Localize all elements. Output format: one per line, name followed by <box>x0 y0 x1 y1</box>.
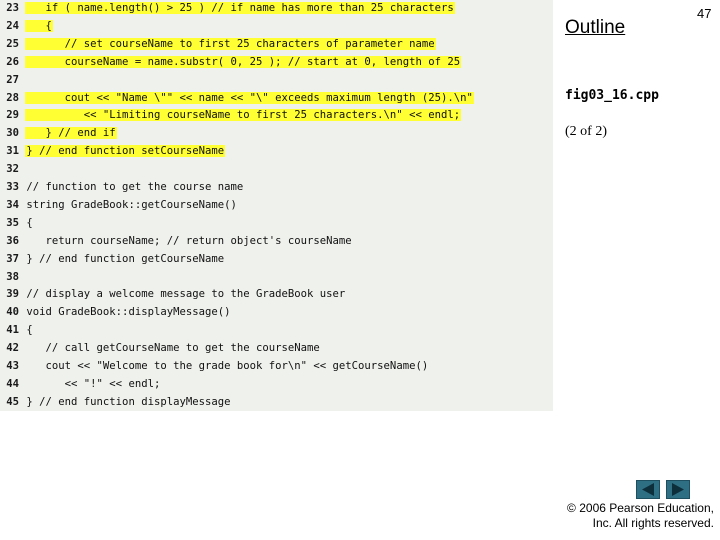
line-number: 42 <box>6 342 19 355</box>
line-number: 29 <box>6 109 19 122</box>
line-number: 39 <box>6 288 19 301</box>
code-line: 37 } // end function getCourseName <box>0 251 553 269</box>
code-line: 42 // call getCourseName to get the cour… <box>0 340 553 358</box>
line-number: 37 <box>6 252 19 265</box>
code-text: << "Limiting courseName to first 25 char… <box>25 109 462 122</box>
figure-file-name: fig03_16.cpp <box>565 88 659 103</box>
code-line: 41 { <box>0 322 553 340</box>
code-line: 30 } // end if <box>0 125 553 143</box>
code-text: if ( name.length() > 25 ) // if name has… <box>25 2 455 14</box>
code-text: cout << "Welcome to the grade book for\n… <box>26 360 429 372</box>
code-line: 44 << "!" << endl; <box>0 376 553 394</box>
code-text: { <box>26 324 33 337</box>
line-number: 25 <box>6 37 19 50</box>
code-line: 28 cout << "Name \"" << name << "\" exce… <box>0 90 553 108</box>
line-number: 26 <box>6 55 19 68</box>
code-text: return courseName; // return object's co… <box>26 234 352 247</box>
code-line: 27 <box>0 72 553 90</box>
line-number: 36 <box>6 234 19 247</box>
code-line: 25 // set courseName to first 25 charact… <box>0 36 553 54</box>
code-line: 34 string GradeBook::getCourseName() <box>0 197 553 215</box>
code-text: // call getCourseName to get the courseN… <box>26 342 320 355</box>
code-line: 26 courseName = name.substr( 0, 25 ); //… <box>0 54 553 72</box>
copyright-line-1: © 2006 Pearson Education, <box>567 501 714 515</box>
line-number: 40 <box>6 306 19 319</box>
line-number: 43 <box>6 360 19 372</box>
line-number: 44 <box>6 377 19 390</box>
code-line: 32 <box>0 161 553 179</box>
line-number: 30 <box>6 127 19 140</box>
code-text: // function to get the course name <box>26 181 244 193</box>
part-indicator: (2 of 2) <box>565 124 607 139</box>
code-line: 35 { <box>0 215 553 233</box>
code-text: { <box>25 19 53 32</box>
code-line: 40 void GradeBook::displayMessage() <box>0 304 553 322</box>
code-line: 31 } // end function setCourseName <box>0 143 553 161</box>
copyright-line-2: Inc. All rights reserved. <box>592 516 714 530</box>
line-number: 32 <box>6 163 19 176</box>
previous-slide-button[interactable] <box>636 480 660 499</box>
page-number: 47 <box>697 6 712 21</box>
code-text: << "!" << endl; <box>26 377 161 390</box>
line-number: 38 <box>6 270 19 283</box>
code-text: { <box>26 216 33 229</box>
next-slide-button[interactable] <box>666 480 690 499</box>
code-text: string GradeBook::getCourseName() <box>26 198 237 211</box>
line-number: 45 <box>6 395 19 408</box>
code-text: cout << "Name \"" << name << "\" exceeds… <box>25 91 474 104</box>
code-text: } // end function displayMessage <box>26 395 231 408</box>
code-line: 33 // function to get the course name <box>0 179 553 197</box>
code-line: 29 << "Limiting courseName to first 25 c… <box>0 107 553 125</box>
code-line: 45 } // end function displayMessage <box>0 394 553 412</box>
copyright-notice: © 2006 Pearson Education, Inc. All right… <box>567 501 714 531</box>
line-number: 31 <box>6 145 19 158</box>
line-number: 28 <box>6 91 19 104</box>
triangle-right-icon <box>672 483 684 496</box>
code-text: // display a welcome message to the Grad… <box>26 288 346 301</box>
code-text: } // end if <box>25 127 117 140</box>
code-line: 36 return courseName; // return object's… <box>0 233 553 251</box>
line-number: 35 <box>6 216 19 229</box>
code-listing: 23 if ( name.length() > 25 ) // if name … <box>0 0 553 411</box>
code-line: 24 { <box>0 18 553 36</box>
code-text: } // end function getCourseName <box>26 252 225 265</box>
line-number: 27 <box>6 73 19 86</box>
code-text: // set courseName to first 25 characters… <box>25 37 436 50</box>
line-number: 24 <box>6 19 19 32</box>
code-line: 38 <box>0 269 553 287</box>
line-number: 23 <box>6 2 19 14</box>
outline-title: Outline <box>565 17 626 38</box>
line-number: 41 <box>6 324 19 337</box>
code-text: courseName = name.substr( 0, 25 ); // st… <box>25 55 462 68</box>
code-line: 23 if ( name.length() > 25 ) // if name … <box>0 0 553 18</box>
line-number: 33 <box>6 181 19 193</box>
code-line: 43 cout << "Welcome to the grade book fo… <box>0 358 553 376</box>
code-text: } // end function setCourseName <box>25 145 226 158</box>
code-text: void GradeBook::displayMessage() <box>26 306 231 319</box>
triangle-left-icon <box>642 483 654 496</box>
line-number: 34 <box>6 198 19 211</box>
code-line: 39 // display a welcome message to the G… <box>0 286 553 304</box>
